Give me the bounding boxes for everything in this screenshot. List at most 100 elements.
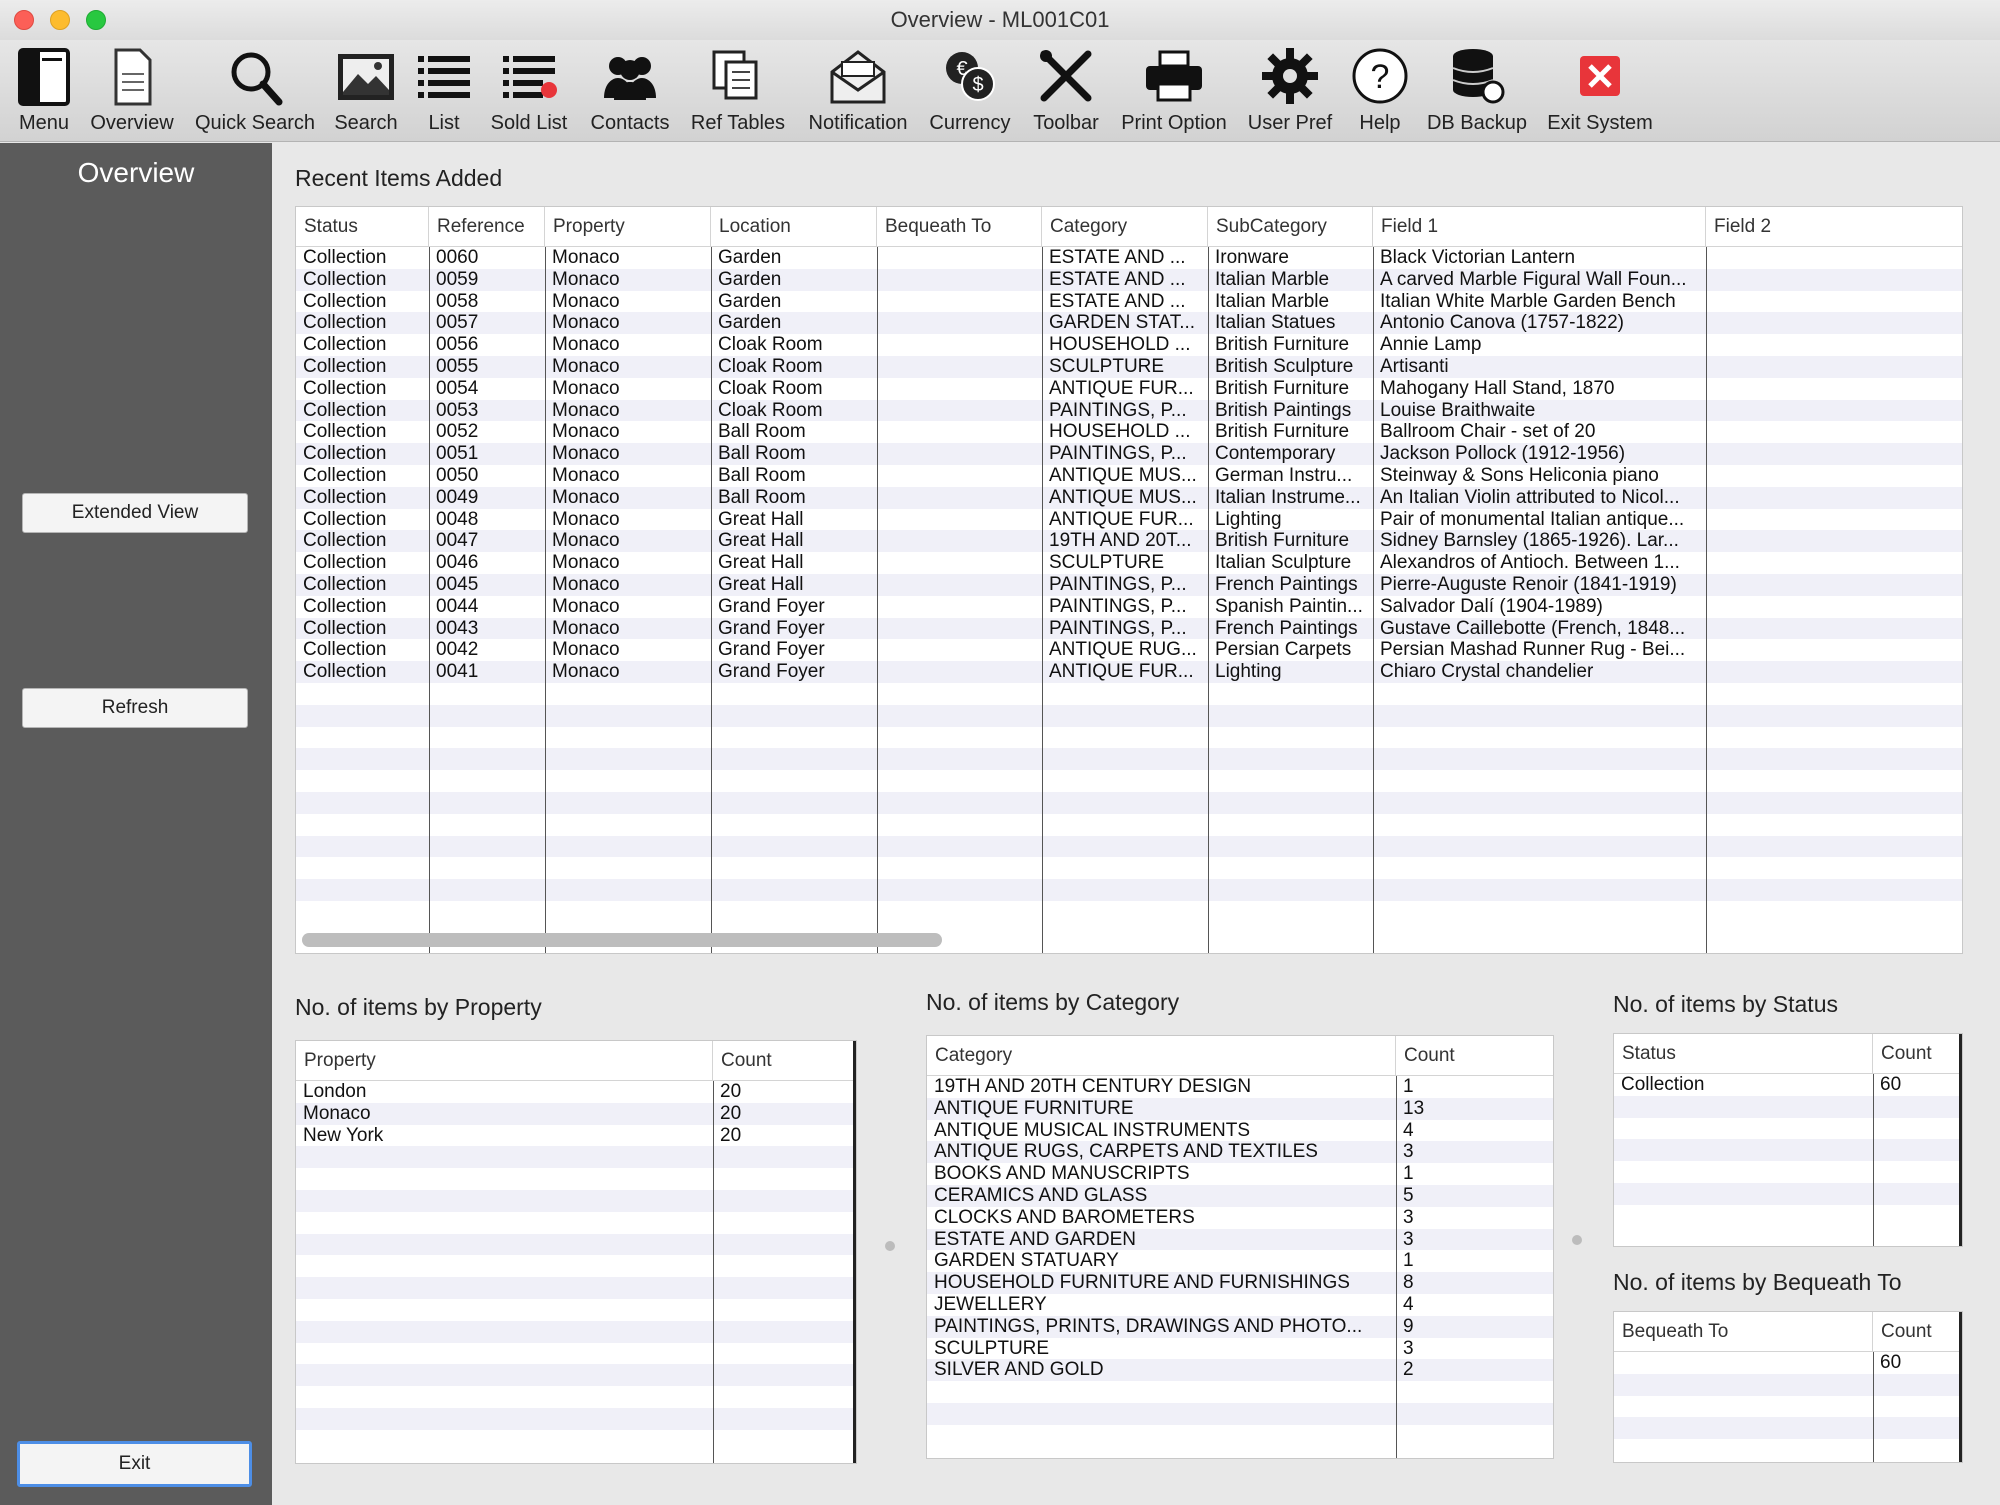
column-header[interactable]: Count (1873, 1312, 1962, 1352)
table-row[interactable]: New York 20 (296, 1124, 856, 1147)
table-cell: Annie Lamp (1380, 334, 1482, 356)
table-cell: Artisanti (1380, 355, 1449, 377)
table-cell: Monaco (552, 552, 620, 574)
property-count-table[interactable]: Property Count London 20 Monaco 20 New York 20 (295, 1040, 857, 1464)
table-row[interactable]: 60 (1614, 1352, 1962, 1374)
table-cell: Ironware (1215, 247, 1289, 268)
toolbar-quick-search-button[interactable]: Quick Search (188, 44, 322, 138)
table-row[interactable]: 19TH AND 20TH CENTURY DESIGN 1 (927, 1076, 1553, 1098)
toolbar-sold-list-button[interactable]: Sold List (484, 44, 574, 138)
table-cell: HOUSEHOLD ... (1049, 334, 1191, 356)
table-row[interactable]: London 20 (296, 1081, 856, 1103)
table-cell (877, 421, 1042, 443)
toolbar-help-button[interactable]: ? Help (1346, 44, 1414, 138)
close-window-button[interactable] (14, 10, 34, 30)
table-row[interactable]: JEWELLERY 4 (927, 1293, 1553, 1316)
column-header[interactable]: Property (545, 207, 711, 247)
category-count-table[interactable]: Category Count 19TH AND 20TH CENTURY DESIG… (926, 1035, 1554, 1459)
table-cell: Persian Mashad Runner Rug - Bei... (1380, 639, 1686, 661)
toolbar-db-backup-button[interactable]: DB Backup (1420, 44, 1534, 138)
column-header[interactable]: Count (1873, 1034, 1962, 1074)
column-divider (545, 247, 546, 953)
table-cell: 0055 (436, 355, 479, 377)
column-divider (1373, 247, 1374, 953)
title-bar: Overview - ML001C01 (0, 0, 2000, 40)
table-cell (877, 639, 1042, 661)
toolbar-currency-button[interactable]: € $ Currency (924, 44, 1016, 138)
toolbar-print-option-button[interactable]: Print Option (1114, 44, 1234, 138)
horizontal-scrollbar[interactable] (302, 933, 942, 947)
table-cell: Great Hall (718, 508, 804, 530)
table-cell (1706, 465, 1962, 487)
table-cell: Garden (718, 312, 782, 334)
toolbar-menu-button[interactable]: Menu (6, 44, 82, 138)
table-row[interactable]: SCULPTURE 3 (927, 1337, 1553, 1360)
table-cell: Great Hall (718, 552, 804, 574)
database-icon (1420, 44, 1534, 112)
table-cell: 3 (1403, 1228, 1414, 1250)
recent-items-table[interactable]: Status Reference Property Location Bequeath … (295, 206, 1963, 954)
printer-icon (1114, 44, 1234, 112)
toolbar-search-button[interactable]: Search (328, 44, 404, 138)
splitter-handle[interactable] (885, 1241, 895, 1251)
column-header[interactable]: Reference (429, 207, 545, 247)
minimize-window-button[interactable] (50, 10, 70, 30)
status-count-table[interactable]: Status Count Collection 60 (1613, 1033, 1963, 1247)
zoom-window-button[interactable] (86, 10, 106, 30)
table-row[interactable]: Collection 60 (1614, 1074, 1962, 1096)
table-cell (1706, 312, 1962, 334)
table-cell (1706, 400, 1962, 422)
column-header[interactable]: Field 2 (1706, 207, 1962, 247)
table-row (1614, 1095, 1962, 1118)
toolbar-user-pref-button[interactable]: User Pref (1242, 44, 1338, 138)
toolbar-overview-button[interactable]: Overview (86, 44, 178, 138)
table-cell: Monaco (552, 421, 620, 443)
column-header[interactable]: Bequeath To (877, 207, 1042, 247)
column-header[interactable]: Bequeath To (1614, 1312, 1873, 1352)
table-cell: Grand Foyer (718, 639, 825, 661)
column-divider (429, 247, 430, 953)
column-header[interactable]: Status (296, 207, 429, 247)
column-header[interactable]: Status (1614, 1034, 1873, 1074)
table-row[interactable]: SILVER AND GOLD 2 (927, 1359, 1553, 1382)
people-icon (584, 44, 676, 112)
table-row[interactable]: ANTIQUE FURNITURE 13 (927, 1097, 1553, 1120)
table-row[interactable]: HOUSEHOLD FURNITURE AND FURNISHINGS 8 (927, 1272, 1553, 1294)
toolbar-ref-tables-button[interactable]: Ref Tables (686, 44, 790, 138)
table-row[interactable]: GARDEN STATUARY 1 (927, 1250, 1553, 1273)
table-row[interactable]: ANTIQUE RUGS, CARPETS AND TEXTILES 3 (927, 1141, 1553, 1164)
toolbar-toolbar-button[interactable]: Toolbar (1024, 44, 1108, 138)
toolbar-contacts-button[interactable]: Contacts (584, 44, 676, 138)
table-row[interactable]: ANTIQUE MUSICAL INSTRUMENTS 4 (927, 1119, 1553, 1142)
table-row[interactable]: PAINTINGS, PRINTS, DRAWINGS AND PHOTO...… (927, 1315, 1553, 1338)
table-row[interactable]: BOOKS AND MANUSCRIPTS 1 (927, 1163, 1553, 1185)
toolbar-notification-button[interactable]: Notification (800, 44, 916, 138)
table-cell: 0057 (436, 312, 479, 334)
table-cell: Italian Instrume... (1215, 486, 1361, 508)
table-row[interactable]: CLOCKS AND BAROMETERS 3 (927, 1206, 1553, 1229)
extended-view-button[interactable]: Extended View (22, 493, 248, 533)
toolbar-list-button[interactable]: List (412, 44, 476, 138)
toolbar-exit-system-button[interactable]: Exit System (1542, 44, 1658, 138)
table-cell: Garden (718, 247, 782, 268)
table-row[interactable]: CERAMICS AND GLASS 5 (927, 1184, 1553, 1207)
bequeath-count-table[interactable]: Bequeath To Count 60 (1613, 1311, 1963, 1463)
refresh-button[interactable]: Refresh (22, 688, 248, 728)
column-header[interactable]: Count (1396, 1036, 1553, 1076)
exit-button[interactable]: Exit (17, 1441, 252, 1487)
currency-icon: € $ (924, 44, 1016, 112)
column-header[interactable]: Field 1 (1373, 207, 1706, 247)
column-header[interactable]: Property (296, 1041, 713, 1081)
table-cell: 1 (1403, 1076, 1414, 1097)
column-header[interactable]: Category (927, 1036, 1396, 1076)
column-header[interactable]: SubCategory (1208, 207, 1373, 247)
column-header[interactable]: Location (711, 207, 877, 247)
column-header[interactable]: Category (1042, 207, 1208, 247)
splitter-handle[interactable] (1572, 1235, 1582, 1245)
table-row[interactable]: ESTATE AND GARDEN 3 (927, 1228, 1553, 1251)
column-header[interactable]: Count (713, 1041, 856, 1081)
envelope-icon (800, 44, 916, 112)
table-cell: Collection (1621, 1074, 1705, 1095)
table-cell: Ball Room (718, 421, 806, 443)
table-row[interactable]: Monaco 20 (296, 1102, 856, 1125)
